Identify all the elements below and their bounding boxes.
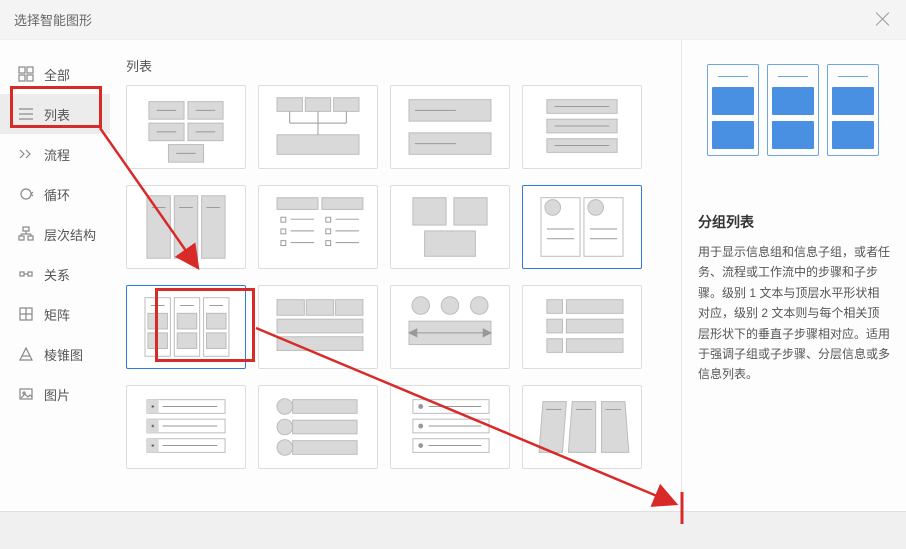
bottom-bar bbox=[0, 511, 906, 549]
thumb-vertical-box-list[interactable] bbox=[522, 85, 642, 169]
dialog-title: 选择智能图形 bbox=[14, 10, 92, 29]
all-icon bbox=[18, 66, 34, 82]
thumb-tab-list[interactable] bbox=[522, 285, 642, 369]
relationship-icon bbox=[18, 266, 34, 282]
thumb-trapezoid-list[interactable] bbox=[522, 385, 642, 469]
sidebar-item-label: 关系 bbox=[44, 265, 70, 284]
gallery: 列表 bbox=[110, 40, 681, 549]
picture-icon bbox=[18, 386, 34, 402]
sidebar-item-label: 层次结构 bbox=[44, 225, 96, 244]
sidebar-item-label: 列表 bbox=[44, 105, 70, 124]
process-icon bbox=[18, 146, 34, 162]
thumb-stacked-list[interactable] bbox=[390, 185, 510, 269]
preview-panel: 分组列表 用于显示信息组和信息子组，或者任务、流程或工作流中的步骤和子步骤。级别… bbox=[681, 40, 906, 549]
pyramid-icon bbox=[18, 346, 34, 362]
matrix-icon bbox=[18, 306, 34, 322]
sidebar-item-label: 流程 bbox=[44, 145, 70, 164]
hierarchy-icon bbox=[18, 226, 34, 242]
preview-title: 分组列表 bbox=[698, 212, 890, 232]
sidebar: 全部 列表 流程 循环 层次结构 bbox=[0, 40, 110, 549]
sidebar-item-label: 棱锥图 bbox=[44, 345, 83, 364]
preview-image bbox=[698, 64, 888, 184]
sidebar-item-matrix[interactable]: 矩阵 bbox=[0, 294, 110, 334]
thumb-dot-bullet-list[interactable] bbox=[390, 385, 510, 469]
preview-description: 用于显示信息组和信息子组，或者任务、流程或工作流中的步骤和子步骤。级别 1 文本… bbox=[698, 242, 890, 385]
thumb-vertical-bullet-list[interactable] bbox=[126, 185, 246, 269]
thumb-picture-accent-list[interactable] bbox=[522, 185, 642, 269]
thumb-arrow-list[interactable] bbox=[390, 285, 510, 369]
sidebar-item-cycle[interactable]: 循环 bbox=[0, 174, 110, 214]
thumb-horizontal-bullet-list[interactable] bbox=[258, 185, 378, 269]
sidebar-item-pyramid[interactable]: 棱锥图 bbox=[0, 334, 110, 374]
sidebar-item-hierarchy[interactable]: 层次结构 bbox=[0, 214, 110, 254]
sidebar-item-all[interactable]: 全部 bbox=[0, 54, 110, 94]
sidebar-item-picture[interactable]: 图片 bbox=[0, 374, 110, 414]
sidebar-item-process[interactable]: 流程 bbox=[0, 134, 110, 174]
sidebar-item-label: 循环 bbox=[44, 185, 70, 204]
thumb-grid bbox=[126, 85, 671, 469]
close-icon[interactable] bbox=[874, 10, 892, 28]
thumb-alternating-hexagons[interactable] bbox=[258, 85, 378, 169]
sidebar-item-label: 图片 bbox=[44, 385, 70, 404]
list-icon bbox=[18, 106, 34, 122]
sidebar-item-label: 全部 bbox=[44, 65, 70, 84]
thumb-lined-list[interactable] bbox=[126, 385, 246, 469]
cycle-icon bbox=[18, 186, 34, 202]
sidebar-item-label: 矩阵 bbox=[44, 305, 70, 324]
thumb-table-list[interactable] bbox=[258, 285, 378, 369]
sidebar-item-list[interactable]: 列表 bbox=[0, 94, 110, 134]
titlebar: 选择智能图形 bbox=[0, 0, 906, 40]
sidebar-item-relationship[interactable]: 关系 bbox=[0, 254, 110, 294]
section-title: 列表 bbox=[126, 56, 671, 75]
thumb-pill-list[interactable] bbox=[258, 385, 378, 469]
thumb-grouped-list[interactable] bbox=[126, 285, 246, 369]
thumb-picture-caption-list[interactable] bbox=[390, 85, 510, 169]
thumb-basic-block-list[interactable] bbox=[126, 85, 246, 169]
